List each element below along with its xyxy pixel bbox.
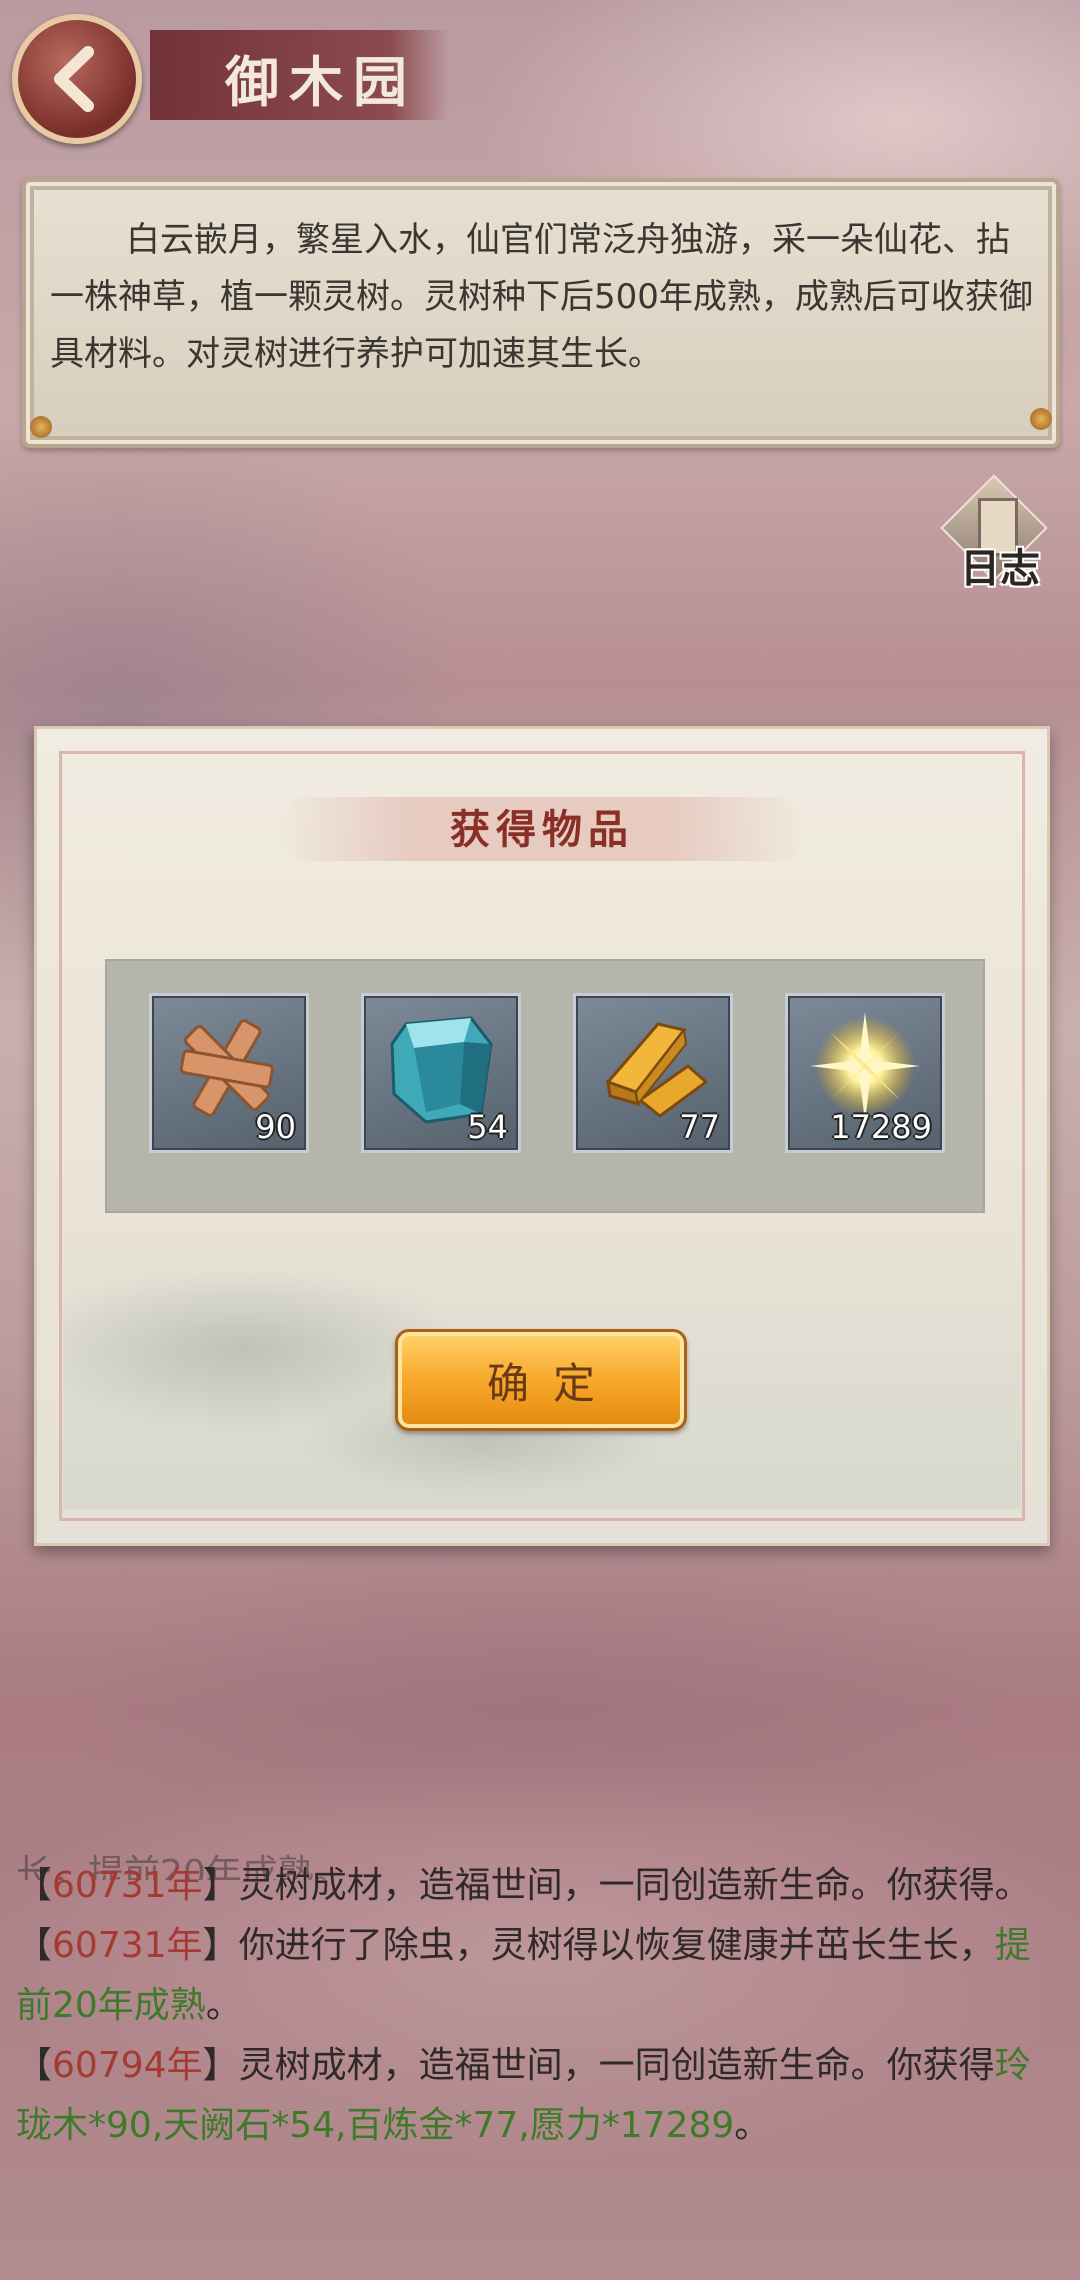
- item-count: 17289: [830, 1108, 932, 1146]
- log-entry: 【60794年】灵树成材，造福世间，一同创造新生命。你获得玲珑木*90,天阙石*…: [16, 2045, 1031, 2146]
- log-entry: 【60731年】灵树成材，造福世间，一同创造新生命。你获得。: [16, 1865, 1031, 1906]
- intro-panel: 白云嵌月，繁星入水，仙官们常泛舟独游，采一朵仙花、拈一株神草，植一颗灵树。灵树种…: [22, 178, 1060, 448]
- log-entry: 【60731年】你进行了除虫，灵树得以恢复健康并茁长生长，提前20年成熟。: [16, 1925, 1031, 2026]
- log-text: 你进行了除虫，灵树得以恢复健康并茁长生长，: [238, 1925, 995, 1966]
- reward-item[interactable]: 90: [149, 993, 309, 1153]
- page-title: 御木园: [225, 50, 417, 114]
- back-button[interactable]: [12, 14, 142, 144]
- items-panel: 90 54 77 17289: [105, 959, 985, 1213]
- log-button-label: 日志: [960, 545, 1040, 592]
- log-text: 灵树成材，造福世间，一同创造新生命。你获得: [238, 2045, 995, 2086]
- reward-item[interactable]: 54: [361, 993, 521, 1153]
- dialog-title: 获得物品: [450, 806, 634, 853]
- chevron-left-icon: [54, 46, 94, 112]
- confirm-button[interactable]: 确定: [395, 1329, 687, 1431]
- reward-item[interactable]: 17289: [785, 993, 945, 1153]
- corner-ornament: [1030, 408, 1052, 430]
- item-count: 54: [467, 1108, 508, 1146]
- log-text: 灵树成材，造福世间，一同创造新生命。你获得。: [238, 1865, 1031, 1906]
- event-log: 【60731年】灵树成材，造福世间，一同创造新生命。你获得。 【60731年】你…: [16, 1856, 1066, 2156]
- log-button[interactable]: 日志: [938, 474, 1050, 596]
- item-count: 77: [679, 1108, 720, 1146]
- item-count: 90: [255, 1108, 296, 1146]
- reward-dialog: 获得物品 90 54 77 17289 确定: [34, 726, 1050, 1546]
- log-year: 60731年: [52, 1865, 203, 1906]
- confirm-button-label: 确定: [486, 1358, 619, 1408]
- corner-ornament: [30, 416, 52, 438]
- reward-item[interactable]: 77: [573, 993, 733, 1153]
- log-year: 60731年: [52, 1925, 203, 1966]
- log-year: 60794年: [52, 2045, 203, 2086]
- intro-text: 白云嵌月，繁星入水，仙官们常泛舟独游，采一朵仙花、拈一株神草，植一颗灵树。灵树种…: [50, 220, 1033, 374]
